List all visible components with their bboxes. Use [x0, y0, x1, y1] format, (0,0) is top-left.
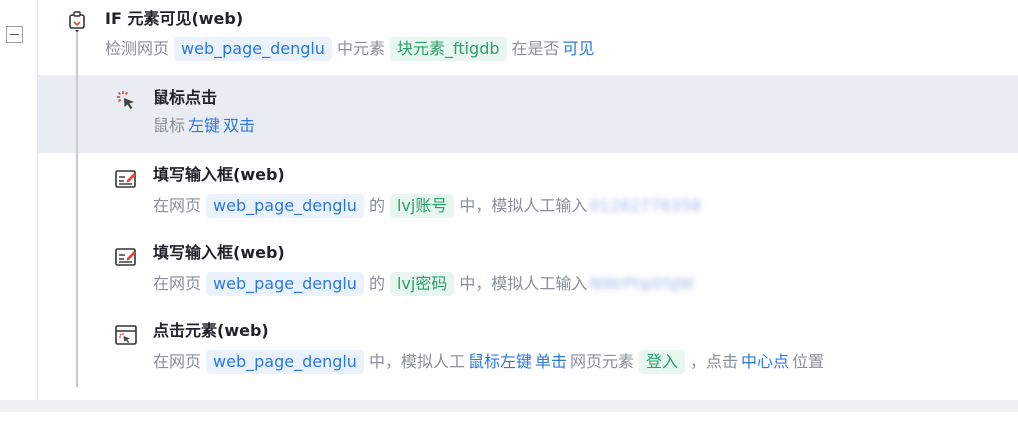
desc-text: 网页元素: [570, 352, 635, 371]
click-type-keyword[interactable]: 双击: [223, 114, 255, 138]
input-form-icon: [115, 170, 136, 188]
desc-text: 鼠标: [153, 116, 186, 135]
desc-text: 在网页: [153, 352, 202, 371]
step-title: 鼠标点击: [153, 88, 218, 107]
state-keyword[interactable]: 可见: [563, 37, 595, 61]
step-title: 填写输入框(web): [153, 243, 285, 262]
desc-text: 的: [368, 196, 385, 215]
step-description: 在网页 web_page_denglu 的 lvj账号 中，模拟人工输入 012…: [153, 194, 701, 218]
element-chip[interactable]: 登入: [639, 350, 686, 374]
step-description: 在网页 web_page_denglu 的 lvj密码 中，模拟人工输入 NWr…: [153, 272, 694, 296]
page-chip[interactable]: web_page_denglu: [206, 350, 364, 374]
if-block-connector-line: [76, 33, 78, 387]
input-value-blurred[interactable]: 01262776358: [589, 194, 701, 218]
if-block-title: IF 元素可见(web): [105, 9, 244, 28]
mouse-click-icon: [117, 91, 134, 109]
collapse-toggle-button[interactable]: [6, 26, 23, 43]
desc-text: 在是否: [511, 39, 560, 58]
desc-text: 位置: [792, 352, 825, 371]
desc-text: 的: [368, 274, 385, 293]
input-form-icon: [115, 248, 136, 266]
click-element-icon: [115, 325, 137, 345]
desc-text: 在网页: [153, 196, 202, 215]
desc-text: 中，模拟人工输入: [459, 196, 588, 215]
desc-text: 中，模拟人工: [368, 352, 465, 371]
if-condition-icon: [69, 11, 85, 33]
click-type-keyword[interactable]: 单击: [535, 350, 567, 374]
desc-text: ，点击: [690, 352, 739, 371]
left-gutter: [0, 0, 38, 400]
page-chip[interactable]: web_page_denglu: [206, 194, 364, 218]
step-title: 点击元素(web): [153, 321, 269, 340]
desc-text: 检测网页: [105, 39, 170, 58]
mouse-button-keyword[interactable]: 左键: [188, 114, 220, 138]
click-position-keyword[interactable]: 中心点: [741, 350, 789, 374]
element-chip[interactable]: lvj密码: [389, 272, 455, 296]
page-chip[interactable]: web_page_denglu: [174, 37, 332, 61]
step-description: 在网页 web_page_denglu 中，模拟人工 鼠标左键 单击 网页元素 …: [153, 350, 824, 374]
step-description: 鼠标 左键 双击: [153, 114, 258, 138]
mouse-button-keyword[interactable]: 鼠标左键: [468, 350, 532, 374]
page-chip[interactable]: web_page_denglu: [206, 272, 364, 296]
desc-text: 在网页: [153, 274, 202, 293]
bottom-scroll-bar: [0, 400, 1018, 412]
step-title: 填写输入框(web): [153, 165, 285, 184]
element-chip[interactable]: 块元素_ftigdb: [389, 37, 507, 61]
desc-text: 中，模拟人工输入: [459, 274, 588, 293]
element-chip[interactable]: lvj账号: [389, 194, 455, 218]
input-value-blurred[interactable]: NWrPhp0SJW: [589, 272, 693, 296]
if-block-description: 检测网页 web_page_denglu 中元素 块元素_ftigdb 在是否 …: [105, 37, 598, 61]
desc-text: 中元素: [336, 39, 385, 58]
